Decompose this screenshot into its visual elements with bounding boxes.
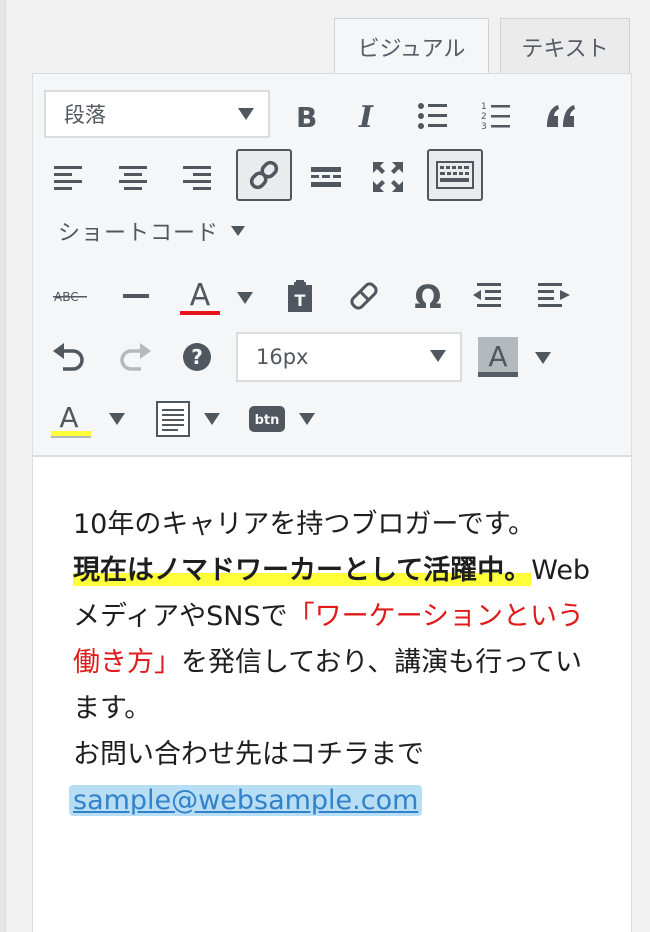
svg-text:3: 3 bbox=[481, 122, 487, 131]
text-color-bar bbox=[180, 311, 220, 315]
help-icon: ? bbox=[183, 343, 211, 371]
content-line-contact: お問い合わせ先はコチラまで bbox=[73, 739, 424, 770]
horizontal-line-icon bbox=[123, 294, 149, 298]
background-color-letter: A bbox=[488, 340, 507, 373]
align-center-button[interactable] bbox=[115, 158, 151, 196]
outdent-button[interactable] bbox=[470, 276, 508, 316]
box-list-icon bbox=[156, 401, 190, 437]
background-color-dropdown[interactable] bbox=[531, 346, 555, 370]
shortcode-label: ショートコード bbox=[58, 221, 220, 246]
background-color-icon: A bbox=[478, 337, 518, 377]
chevron-down-icon bbox=[430, 350, 446, 362]
chevron-down-icon bbox=[109, 413, 125, 425]
font-size-value: 16px bbox=[256, 345, 309, 369]
button-style-button[interactable]: btn bbox=[247, 400, 287, 438]
redo-button[interactable] bbox=[115, 337, 153, 377]
marker-icon: A bbox=[51, 401, 91, 438]
chevron-down-icon bbox=[237, 292, 253, 304]
outdent-icon bbox=[473, 283, 501, 307]
format-select[interactable]: 段落 bbox=[44, 90, 270, 138]
read-more-icon bbox=[311, 167, 341, 187]
keyboard-icon bbox=[436, 161, 474, 189]
paste-as-text-button[interactable]: T bbox=[282, 276, 318, 316]
svg-text:T: T bbox=[295, 291, 306, 310]
text-color-letter: A bbox=[190, 278, 211, 313]
chevron-down-icon bbox=[299, 413, 315, 425]
box-style-button[interactable] bbox=[153, 397, 193, 441]
undo-button[interactable] bbox=[51, 337, 89, 377]
clear-formatting-button[interactable] bbox=[345, 276, 383, 316]
editor-frame: 段落 B I 1 2 3 ショートコード ABC A T Ω ? 16px A … bbox=[32, 73, 632, 932]
text-color-dropdown[interactable] bbox=[233, 286, 257, 310]
email-link[interactable]: sample@websample.com bbox=[69, 785, 423, 816]
svg-text:I: I bbox=[358, 102, 374, 130]
bullet-list-button[interactable] bbox=[415, 96, 451, 136]
indent-icon bbox=[538, 283, 570, 307]
indent-button[interactable] bbox=[535, 276, 573, 316]
highlighted-bold-text: 現在はノマドワーカーとして活躍中。 bbox=[73, 555, 532, 586]
marker-bar bbox=[51, 431, 91, 436]
box-style-dropdown[interactable] bbox=[200, 407, 224, 431]
fullscreen-icon bbox=[373, 162, 403, 192]
align-right-icon bbox=[183, 166, 211, 190]
font-size-select[interactable]: 16px bbox=[236, 332, 462, 382]
svg-text:2: 2 bbox=[481, 112, 487, 122]
redo-icon bbox=[120, 343, 151, 371]
clipboard-icon: T bbox=[288, 280, 312, 312]
shortcode-dropdown[interactable]: ショートコード bbox=[58, 215, 246, 247]
align-left-button[interactable] bbox=[51, 158, 87, 196]
numbered-list-icon: 1 2 3 bbox=[481, 102, 510, 131]
strikethrough-button[interactable]: ABC bbox=[51, 278, 91, 314]
button-style-label: btn bbox=[255, 413, 280, 428]
align-right-button[interactable] bbox=[178, 158, 214, 196]
format-select-value: 段落 bbox=[64, 103, 106, 127]
chevron-down-icon bbox=[535, 352, 551, 364]
svg-text:?: ? bbox=[191, 345, 203, 369]
italic-button[interactable]: I bbox=[351, 96, 387, 136]
background-color-button[interactable]: A bbox=[476, 334, 520, 380]
tab-text[interactable]: テキスト bbox=[500, 18, 630, 74]
left-border-strip bbox=[0, 0, 6, 932]
svg-text:1: 1 bbox=[481, 102, 487, 112]
chevron-down-icon bbox=[204, 413, 220, 425]
link-icon bbox=[249, 160, 279, 190]
fullscreen-button[interactable] bbox=[370, 158, 406, 196]
svg-text:Ω: Ω bbox=[414, 281, 441, 311]
special-character-button[interactable]: Ω bbox=[409, 276, 447, 316]
background-color-bar bbox=[478, 372, 518, 377]
button-style-dropdown[interactable] bbox=[295, 407, 319, 431]
horizontal-line-button[interactable] bbox=[118, 278, 154, 314]
blockquote-button[interactable] bbox=[541, 96, 581, 136]
help-button[interactable]: ? bbox=[179, 338, 215, 376]
italic-icon: I bbox=[358, 102, 374, 130]
tab-visual[interactable]: ビジュアル bbox=[334, 18, 489, 75]
editor-content[interactable]: 10年のキャリアを持つブロガーです。 現在はノマドワーカーとして活躍中。Webメデ… bbox=[69, 502, 593, 824]
button-icon: btn bbox=[249, 406, 285, 432]
marker-button[interactable]: A bbox=[50, 397, 94, 441]
marker-dropdown[interactable] bbox=[105, 407, 129, 431]
bold-icon: B bbox=[296, 102, 317, 130]
text-color-icon: A bbox=[180, 278, 220, 315]
marker-letter: A bbox=[59, 401, 78, 434]
chevron-down-icon bbox=[238, 108, 254, 120]
read-more-button[interactable] bbox=[308, 158, 344, 196]
insert-link-button[interactable] bbox=[236, 149, 292, 201]
bold-button[interactable]: B bbox=[288, 96, 324, 136]
bullet-list-icon bbox=[418, 103, 447, 129]
content-paragraph: 10年のキャリアを持つブロガーです。 現在はノマドワーカーとして活躍中。Webメデ… bbox=[69, 502, 593, 824]
align-left-icon bbox=[54, 166, 82, 190]
undo-icon bbox=[53, 343, 84, 371]
eraser-icon bbox=[350, 282, 378, 310]
content-line-intro: 10年のキャリアを持つブロガーです。 bbox=[73, 509, 536, 540]
align-center-icon bbox=[119, 166, 147, 190]
omega-icon: Ω bbox=[414, 281, 441, 311]
text-color-button[interactable]: A bbox=[178, 274, 222, 320]
chevron-down-icon bbox=[231, 226, 246, 236]
editor-toolbar: 段落 B I 1 2 3 ショートコード ABC A T Ω ? 16px A … bbox=[33, 74, 631, 457]
strikethrough-icon: ABC bbox=[53, 290, 87, 304]
numbered-list-button[interactable]: 1 2 3 bbox=[478, 96, 514, 136]
toolbar-toggle-button[interactable] bbox=[427, 149, 483, 201]
svg-text:B: B bbox=[296, 102, 317, 130]
quote-icon bbox=[547, 105, 575, 127]
